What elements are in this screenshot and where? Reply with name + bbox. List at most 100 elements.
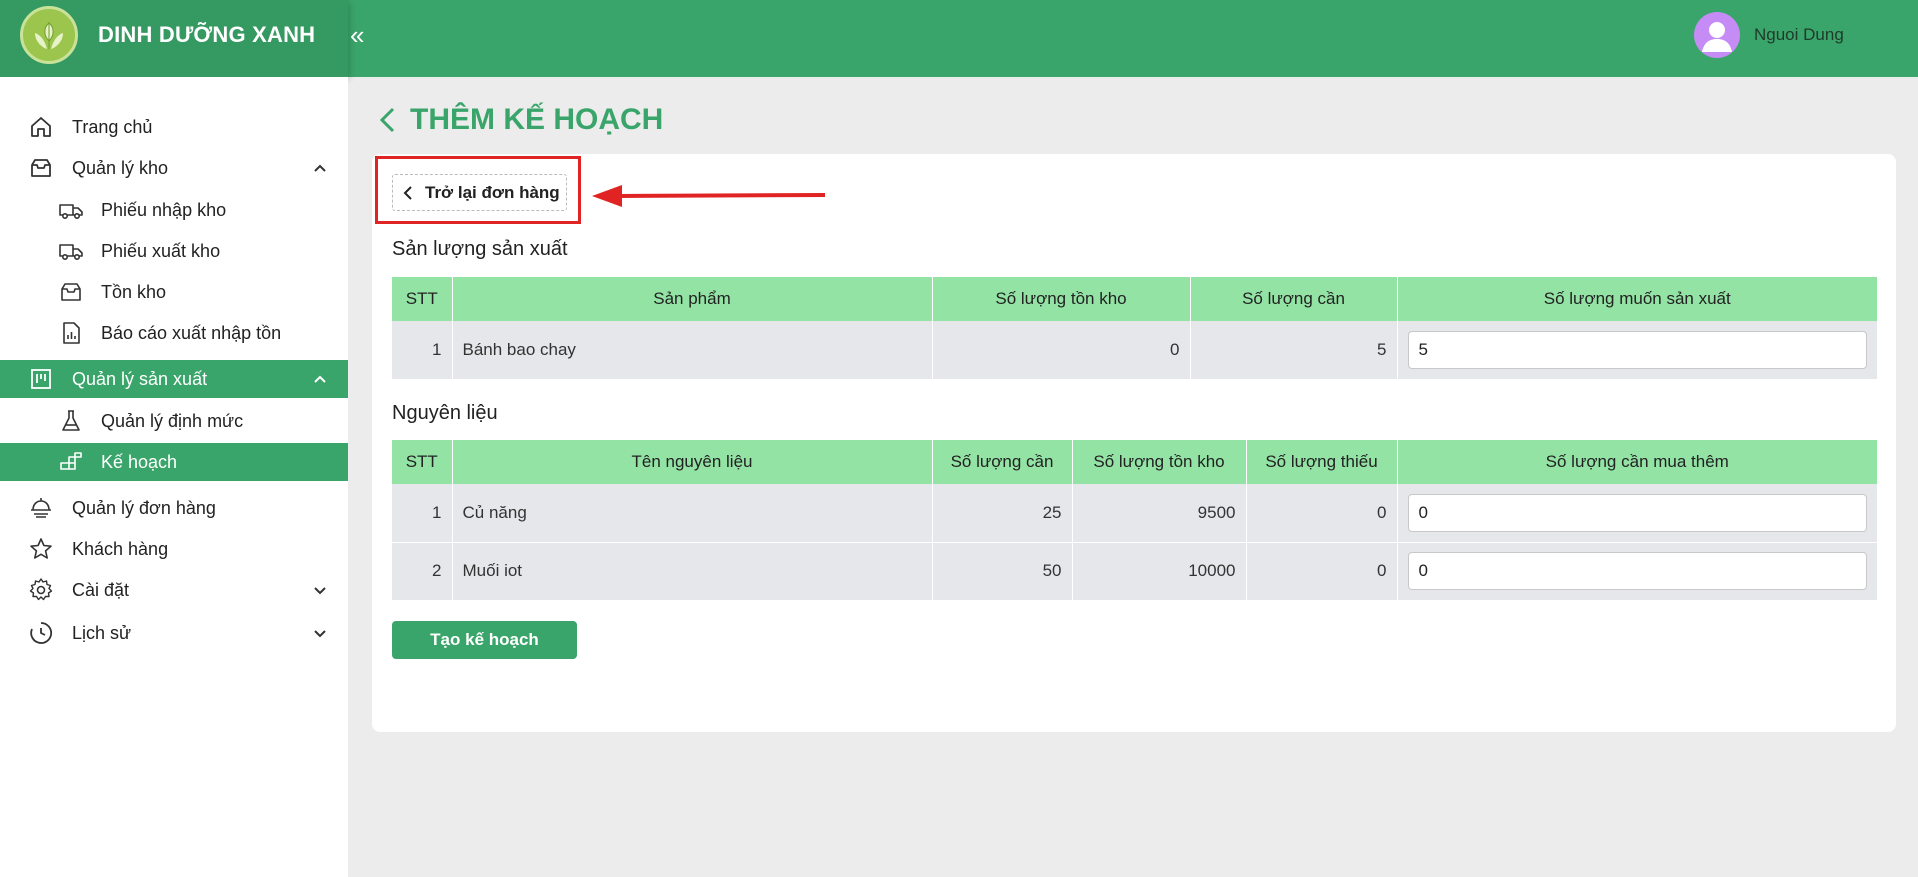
sidebar: Trang chủ Quản lý kho Phiếu nhập kho Phi…: [0, 77, 348, 877]
report-icon: [63, 322, 80, 344]
sidebar-item-production[interactable]: Quản lý sản xuất: [0, 360, 348, 398]
column-header: Số lượng cần mua thêm: [1397, 440, 1877, 484]
sidebar-item-warehouse[interactable]: Quản lý kho: [0, 149, 348, 187]
sidebar-item-label: Khách hàng: [72, 538, 169, 559]
inbox-icon: [31, 159, 51, 177]
sidebar-item-label: Quản lý kho: [72, 157, 169, 178]
materials-section-title: Nguyên liệu: [392, 402, 498, 424]
material-name: Củ năng: [452, 484, 933, 543]
chevron-up-icon: [314, 375, 326, 383]
flask-icon: [62, 410, 80, 431]
user-name: Nguoi Dung: [1754, 25, 1844, 44]
chevron-up-icon: [314, 164, 326, 172]
stock-quantity: 9500: [1072, 484, 1247, 543]
column-header: Sản phẩm: [452, 277, 933, 321]
sidebar-item-settings[interactable]: Cài đặt: [0, 571, 348, 609]
column-header: Số lượng muốn sản xuất: [1397, 277, 1877, 321]
sidebar-item-label: Trang chủ: [72, 116, 153, 137]
chevron-left-icon: [403, 185, 412, 200]
produce-quantity-cell: [1397, 321, 1877, 380]
column-header: Số lượng tồn kho: [932, 277, 1191, 321]
sidebar-item-label: Phiếu xuất kho: [101, 240, 221, 261]
page-title: THÊM KẾ HOẠCH: [376, 100, 663, 140]
back-to-orders-button[interactable]: Trở lại đơn hàng: [392, 174, 567, 211]
sidebar-item-plan[interactable]: Kế hoạch: [0, 443, 348, 481]
user-menu[interactable]: Nguoi Dung: [1694, 12, 1844, 58]
column-header: STT: [392, 440, 453, 484]
column-header: Số lượng tồn kho: [1072, 440, 1247, 484]
kanban-icon: [31, 369, 51, 389]
column-header: Tên nguyên liệu: [452, 440, 933, 484]
leaf-logo-icon: [20, 6, 78, 64]
page-title-text: THÊM KẾ HOẠCH: [410, 103, 664, 136]
sidebar-item-norms[interactable]: Quản lý định mức: [0, 402, 348, 440]
table-row: 1 Bánh bao chay 0 5: [392, 321, 1877, 380]
material-name: Muối iot: [452, 542, 933, 601]
sidebar-item-report[interactable]: Báo cáo xuất nhập tồn: [0, 314, 348, 352]
sidebar-item-label: Tồn kho: [101, 281, 167, 302]
top-header: DINH DƯỠNG XANH « Nguoi Dung: [0, 0, 1918, 77]
dish-icon: [31, 498, 51, 518]
row-stt: 1: [392, 484, 453, 543]
brand-name: DINH DƯỠNG XANH: [98, 22, 316, 47]
sidebar-item-label: Kế hoạch: [101, 451, 178, 472]
sidebar-item-label: Cài đặt: [72, 579, 130, 600]
collapse-sidebar-icon[interactable]: «: [350, 20, 378, 50]
truck-import-icon: [59, 204, 83, 219]
needed-quantity: 25: [932, 484, 1073, 543]
home-icon: [31, 117, 51, 137]
sidebar-item-label: Phiếu nhập kho: [101, 199, 227, 220]
table-header-row: STT Sản phẩm Số lượng tồn kho Số lượng c…: [392, 277, 1877, 321]
column-header: Số lượng thiếu: [1246, 440, 1398, 484]
table-row: 2 Muối iot 50 10000 0: [392, 542, 1877, 601]
materials-table: STT Tên nguyên liệu Số lượng cần Số lượn…: [392, 440, 1877, 601]
sidebar-item-label: Quản lý đơn hàng: [72, 497, 216, 518]
needed-quantity: 50: [932, 542, 1073, 601]
buy-quantity-input[interactable]: [1407, 552, 1867, 590]
produce-quantity-input[interactable]: [1407, 330, 1867, 369]
stock-quantity: 10000: [1072, 542, 1247, 601]
create-plan-button[interactable]: Tạo kế hoạch: [392, 621, 577, 659]
column-header: STT: [392, 277, 453, 321]
avatar: [1694, 12, 1740, 58]
chevron-left-icon[interactable]: [376, 105, 398, 135]
buy-quantity-input[interactable]: [1407, 493, 1867, 532]
back-button-label: Trở lại đơn hàng: [425, 182, 560, 202]
table-header-row: STT Tên nguyên liệu Số lượng cần Số lượn…: [392, 440, 1877, 484]
sidebar-item-home[interactable]: Trang chủ: [0, 108, 348, 146]
production-section-title: Sản lượng sản xuất: [392, 238, 568, 260]
sidebar-item-label: Lịch sử: [72, 622, 132, 643]
stock-quantity: 0: [932, 321, 1191, 380]
needed-quantity: 5: [1190, 321, 1398, 380]
plan-icon: [60, 452, 82, 470]
sidebar-item-inventory[interactable]: Tồn kho: [0, 273, 348, 311]
truck-export-icon: [59, 244, 83, 260]
row-stt: 2: [392, 542, 453, 601]
inbox-icon: [61, 283, 81, 301]
column-header: Số lượng cần: [1190, 277, 1398, 321]
brand-area: DINH DƯỠNG XANH: [0, 0, 348, 77]
sidebar-item-label: Quản lý định mức: [101, 410, 244, 431]
star-icon: [30, 538, 52, 559]
red-arrow-annotation-icon: [592, 185, 826, 207]
chevron-down-icon: [314, 630, 326, 638]
sidebar-item-label: Quản lý sản xuất: [72, 368, 208, 389]
column-header: Số lượng cần: [932, 440, 1073, 484]
gear-icon: [29, 578, 53, 601]
buy-quantity-cell: [1397, 542, 1877, 601]
chevron-down-icon: [314, 587, 326, 595]
sidebar-item-history[interactable]: Lịch sử: [0, 614, 348, 652]
sidebar-item-import-slip[interactable]: Phiếu nhập kho: [0, 191, 348, 229]
row-stt: 1: [392, 321, 453, 380]
sidebar-item-export-slip[interactable]: Phiếu xuất kho: [0, 232, 348, 270]
buy-quantity-cell: [1397, 484, 1877, 543]
shortage-quantity: 0: [1246, 542, 1398, 601]
product-name: Bánh bao chay: [452, 321, 933, 380]
shortage-quantity: 0: [1246, 484, 1398, 543]
table-row: 1 Củ năng 25 9500 0: [392, 484, 1877, 543]
history-icon: [30, 622, 53, 644]
sidebar-item-orders[interactable]: Quản lý đơn hàng: [0, 489, 348, 527]
sidebar-item-customers[interactable]: Khách hàng: [0, 530, 348, 568]
sidebar-item-label: Báo cáo xuất nhập tồn: [101, 322, 282, 343]
production-table: STT Sản phẩm Số lượng tồn kho Số lượng c…: [392, 277, 1877, 380]
